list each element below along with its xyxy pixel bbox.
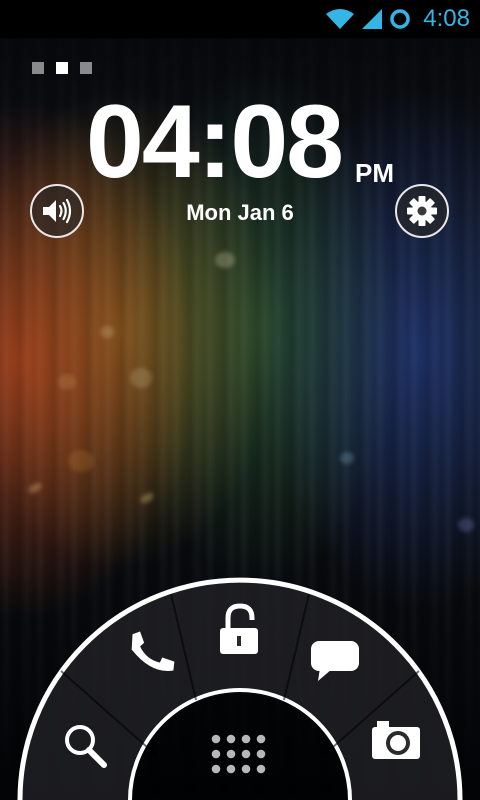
clock-time: 04:08	[86, 84, 344, 200]
volume-icon	[43, 198, 72, 224]
bokeh-light	[58, 374, 76, 390]
bokeh-light	[340, 452, 354, 464]
bokeh-light	[458, 518, 474, 532]
clock-ampm: PM	[355, 158, 394, 188]
bokeh-light	[130, 368, 152, 388]
sound-toggle-button[interactable]	[30, 184, 84, 238]
signal-icon	[362, 9, 383, 29]
page-dot-active	[56, 62, 68, 74]
bokeh-light	[215, 252, 235, 268]
page-dot	[32, 62, 44, 74]
bokeh-light	[68, 450, 94, 472]
status-bar: 4:08	[0, 0, 480, 38]
sync-ring-icon	[390, 9, 411, 29]
page-indicator	[32, 62, 92, 74]
page-dot	[80, 62, 92, 74]
settings-gear-icon	[407, 196, 437, 226]
status-time: 4:08	[423, 5, 470, 32]
bokeh-light	[100, 326, 114, 338]
settings-button[interactable]	[395, 184, 449, 238]
wifi-icon	[326, 9, 355, 29]
